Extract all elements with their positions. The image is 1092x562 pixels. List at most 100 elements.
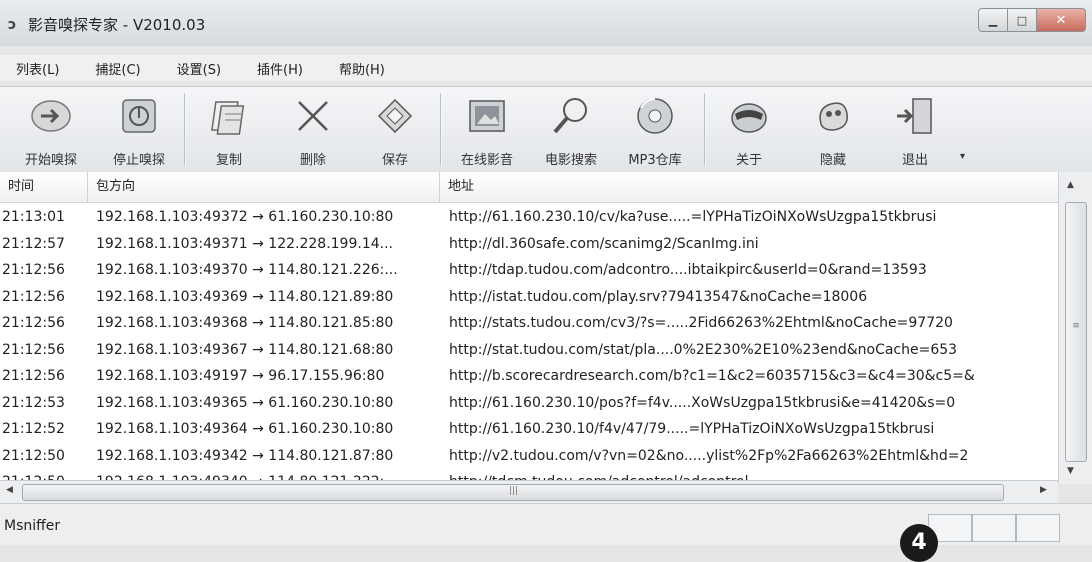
row-time: 21:12:56 bbox=[2, 288, 65, 305]
table-row[interactable]: 21:12:57 192.168.1.103:49371 → 122.228.19… bbox=[0, 231, 1058, 258]
vertical-scroll-thumb[interactable]: ≡ bbox=[1065, 202, 1087, 462]
row-time: 21:12:57 bbox=[2, 235, 65, 252]
table-row[interactable]: 21:12:56 192.168.1.103:49368 → 114.80.121… bbox=[0, 310, 1058, 337]
horizontal-scrollbar[interactable]: ◀ ||| ▶ bbox=[0, 480, 1058, 503]
toolbar-separator bbox=[704, 93, 706, 165]
toolbar-label: 删除 bbox=[299, 153, 326, 168]
scroll-left-icon[interactable]: ◀ bbox=[6, 485, 13, 495]
hide-button[interactable]: 隐藏 bbox=[798, 93, 868, 168]
status-text: Msniffer bbox=[4, 518, 61, 534]
status-panel bbox=[1016, 514, 1060, 542]
row-direction: 192.168.1.103:49365 → 61.160.230.10:80 bbox=[96, 394, 394, 411]
mp3-warehouse-button[interactable]: MP3仓库 bbox=[620, 93, 690, 168]
sniff-start-icon bbox=[28, 93, 74, 139]
row-direction: 192.168.1.103:49371 → 122.228.199.14... bbox=[96, 235, 393, 252]
menu-settings[interactable]: 设置(S) bbox=[171, 57, 227, 80]
scroll-right-icon[interactable]: ▶ bbox=[1040, 485, 1047, 495]
column-header-address[interactable]: 地址 bbox=[440, 172, 1058, 202]
table-row[interactable]: 21:12:53 192.168.1.103:49365 → 61.160.230… bbox=[0, 390, 1058, 417]
row-direction: 192.168.1.103:49364 → 61.160.230.10:80 bbox=[96, 421, 394, 437]
table-row[interactable]: 21:12:52 192.168.1.103:49364 → 61.160.230… bbox=[0, 416, 1058, 443]
row-address: http://b.scorecardresearch.com/b?c1=1&c2… bbox=[449, 368, 975, 384]
toolbar-separator bbox=[440, 93, 442, 165]
stop-sniff-button[interactable]: 停止嗅探 bbox=[104, 93, 174, 168]
row-direction: 192.168.1.103:49342 → 114.80.121.87:80 bbox=[96, 447, 394, 464]
minimize-button[interactable]: ▁ bbox=[978, 8, 1008, 32]
grip-icon: ||| bbox=[509, 486, 519, 496]
maximize-icon: □ bbox=[1016, 13, 1028, 27]
menu-list[interactable]: 列表(L) bbox=[10, 57, 65, 80]
table-row[interactable]: 21:12:56 192.168.1.103:49197 → 96.17.155.… bbox=[0, 363, 1058, 390]
title-bar: ɔ 影音嗅探专家 - V2010.03 ▁ □ ✕ bbox=[0, 0, 1092, 46]
about-button[interactable]: 关于 bbox=[714, 93, 784, 168]
row-address: http://stats.tudou.com/cv3/?s=.....2Fid6… bbox=[449, 315, 953, 331]
mp3-icon bbox=[632, 93, 678, 139]
row-direction: 192.168.1.103:49368 → 114.80.121.85:80 bbox=[96, 315, 394, 331]
horizontal-scroll-thumb[interactable]: ||| bbox=[22, 484, 1004, 501]
table-row[interactable]: 21:12:50 192.168.1.103:49342 → 114.80.121… bbox=[0, 443, 1058, 470]
table-row[interactable]: 21:13:01 192.168.1.103:49372 → 61.160.230… bbox=[0, 204, 1058, 231]
table-row[interactable]: 21:12:56 192.168.1.103:49370 → 114.80.121… bbox=[0, 257, 1058, 284]
packet-list: 时间 包方向 地址 21:13:01 192.168.1.103:49372 → … bbox=[0, 172, 1058, 484]
delete-button[interactable]: 删除 bbox=[278, 93, 348, 168]
toolbar-label: 隐藏 bbox=[819, 153, 846, 168]
toolbar-label: 在线影音 bbox=[460, 153, 513, 168]
list-rows: 21:13:01 192.168.1.103:49372 → 61.160.230… bbox=[0, 204, 1058, 484]
minimize-icon: ▁ bbox=[988, 13, 998, 27]
row-direction: 192.168.1.103:49367 → 114.80.121.68:80 bbox=[96, 341, 394, 358]
scroll-up-icon[interactable]: ▲ bbox=[1067, 180, 1074, 190]
hide-icon bbox=[810, 93, 856, 139]
tornado-icon: ɔ bbox=[8, 17, 17, 33]
row-time: 21:12:56 bbox=[2, 368, 65, 384]
row-direction: 192.168.1.103:49369 → 114.80.121.89:80 bbox=[96, 288, 394, 305]
menu-capture[interactable]: 捕捉(C) bbox=[89, 57, 146, 80]
column-header-direction[interactable]: 包方向 bbox=[88, 172, 440, 202]
toolbar-label: 停止嗅探 bbox=[112, 153, 165, 168]
row-time: 21:12:53 bbox=[2, 394, 65, 411]
row-address: http://v2.tudou.com/v?vn=02&no.....ylist… bbox=[449, 447, 969, 464]
row-address: http://61.160.230.10/f4v/47/79.....=lYPH… bbox=[449, 421, 935, 437]
online-video-icon bbox=[464, 93, 510, 139]
search-icon bbox=[548, 93, 594, 139]
movie-search-button[interactable]: 电影搜索 bbox=[536, 93, 606, 168]
save-button[interactable]: 保存 bbox=[360, 93, 430, 168]
start-sniff-button[interactable]: 开始嗅探 bbox=[16, 93, 86, 168]
row-address: http://tdap.tudou.com/adcontro....ibtaik… bbox=[449, 262, 927, 278]
row-address: http://61.160.230.10/cv/ka?use.....=lYPH… bbox=[449, 209, 937, 225]
toolbar-label: 关于 bbox=[735, 153, 762, 168]
row-address: http://61.160.230.10/pos?f=f4v.....XoWsU… bbox=[449, 394, 956, 411]
window-title: 影音嗅探专家 - V2010.03 bbox=[28, 16, 206, 34]
status-panel bbox=[972, 514, 1016, 542]
row-address: http://dl.360safe.com/scanimg2/ScanImg.i… bbox=[449, 235, 759, 252]
toolbar-overflow-icon[interactable]: ▾ bbox=[960, 151, 965, 162]
table-row[interactable]: 21:12:56 192.168.1.103:49369 → 114.80.121… bbox=[0, 284, 1058, 311]
online-video-button[interactable]: 在线影音 bbox=[452, 93, 522, 168]
row-address: http://istat.tudou.com/play.srv?79413547… bbox=[449, 288, 868, 305]
menu-help[interactable]: 帮助(H) bbox=[333, 57, 391, 80]
toolbar-label: 复制 bbox=[215, 153, 242, 168]
row-direction: 192.168.1.103:49197 → 96.17.155.96:80 bbox=[96, 368, 385, 384]
toolbar: 开始嗅探 停止嗅探 复制 删除 保存 在线影音 电影搜索 MP3仓库 关于 隐藏… bbox=[0, 86, 1092, 174]
toolbar-label: 保存 bbox=[381, 153, 408, 168]
row-time: 21:12:56 bbox=[2, 341, 65, 358]
menu-bar: 列表(L) 捕捉(C) 设置(S) 插件(H) 帮助(H) bbox=[0, 55, 1092, 81]
close-icon: ✕ bbox=[1055, 12, 1067, 28]
row-time: 21:12:52 bbox=[2, 421, 65, 437]
copy-button[interactable]: 复制 bbox=[194, 93, 264, 168]
maximize-button[interactable]: □ bbox=[1008, 8, 1037, 32]
exit-button[interactable]: 退出 bbox=[880, 93, 950, 168]
row-time: 21:12:56 bbox=[2, 315, 65, 331]
column-header-time[interactable]: 时间 bbox=[0, 172, 88, 202]
row-direction: 192.168.1.103:49372 → 61.160.230.10:80 bbox=[96, 209, 394, 225]
table-row[interactable]: 21:12:56 192.168.1.103:49367 → 114.80.121… bbox=[0, 337, 1058, 364]
toolbar-label: 电影搜索 bbox=[544, 153, 597, 168]
close-button[interactable]: ✕ bbox=[1037, 8, 1086, 32]
copy-icon bbox=[206, 93, 252, 139]
row-direction: 192.168.1.103:49370 → 114.80.121.226:... bbox=[96, 262, 398, 278]
row-time: 21:12:50 bbox=[2, 447, 65, 464]
toolbar-label: MP3仓库 bbox=[628, 153, 682, 168]
menu-plugins[interactable]: 插件(H) bbox=[251, 57, 309, 80]
scroll-down-icon[interactable]: ▼ bbox=[1067, 466, 1074, 476]
vertical-scrollbar[interactable]: ▲ ≡ ▼ bbox=[1058, 172, 1092, 484]
stop-icon bbox=[116, 93, 162, 139]
